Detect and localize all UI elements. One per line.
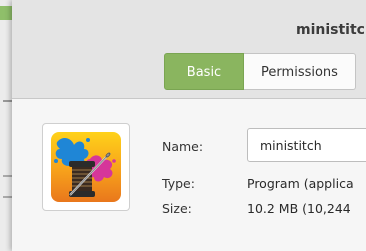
type-label: Type: (162, 176, 195, 191)
background-window-mark (3, 175, 12, 177)
background-window-green-tab (0, 6, 12, 20)
size-value: 10.2 MB (10,244 (247, 201, 351, 216)
file-icon-button[interactable] (42, 123, 130, 211)
background-window-mark (3, 100, 12, 102)
window-header: ministitch Basic Permissions (12, 0, 366, 99)
window-title: ministitch (296, 22, 366, 38)
properties-window: ministitch Basic Permissions (12, 0, 366, 251)
tab-permissions[interactable]: Permissions (244, 53, 356, 90)
size-label: Size: (162, 201, 192, 216)
type-value: Program (applica (247, 176, 354, 191)
name-label: Name: (162, 139, 204, 154)
ministitch-app-icon (51, 132, 121, 202)
tab-bar: Basic Permissions (164, 53, 356, 90)
tab-basic[interactable]: Basic (164, 53, 244, 90)
basic-tab-content: Name: Type: Program (applica Size: 10.2 … (12, 99, 366, 251)
background-window-mark (3, 196, 12, 198)
name-field[interactable] (247, 128, 366, 162)
